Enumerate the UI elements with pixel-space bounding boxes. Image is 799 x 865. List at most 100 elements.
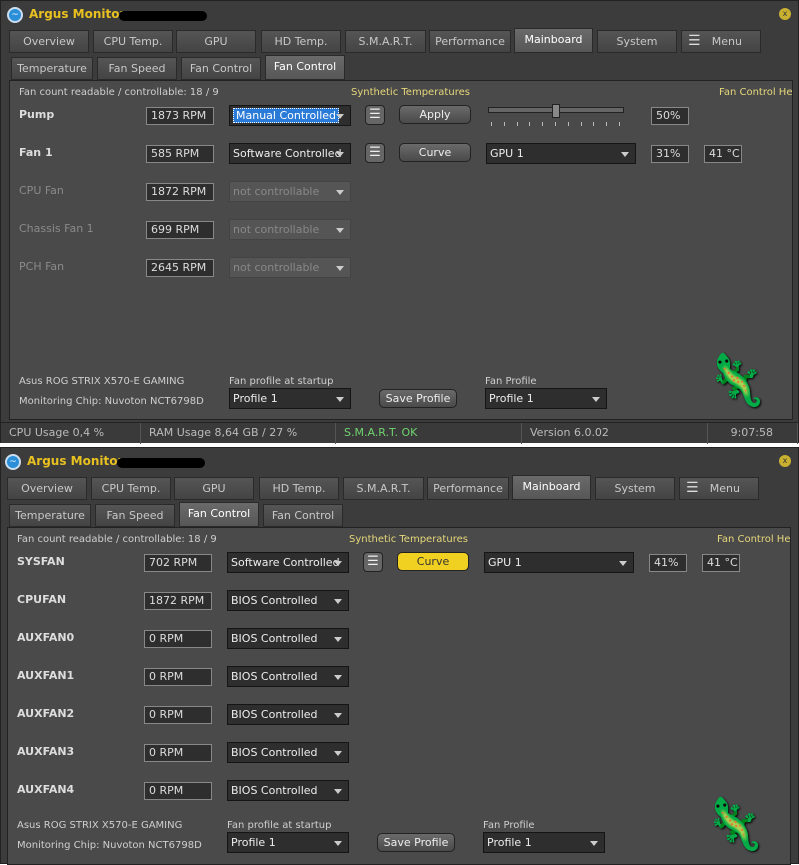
subtab-fan-speed[interactable]: Fan Speed — [97, 57, 177, 80]
fan-mode-value: BIOS Controlled — [231, 632, 318, 645]
fan-profile-dropdown[interactable]: Profile 1 — [483, 832, 605, 853]
fan-control-panel: Fan count readable / controllable: 18 / … — [7, 527, 791, 865]
fan-settings-icon[interactable]: ☰ — [365, 105, 385, 125]
startup-profile-label: Fan profile at startup — [229, 376, 334, 387]
fan-mode-value: not controllable — [233, 185, 320, 198]
slider-tick — [606, 122, 608, 126]
fan-curve-button[interactable]: Curve — [397, 552, 469, 571]
close-icon[interactable]: x — [779, 8, 791, 20]
tab-label: Menu — [711, 35, 742, 48]
fan-mode-dropdown[interactable]: BIOS Controlled — [227, 590, 349, 611]
chevron-down-icon — [334, 841, 342, 846]
fan-rpm-readout: 2645 RPM — [146, 259, 214, 277]
synthetic-temperatures-link[interactable]: Synthetic Temperatures — [349, 534, 468, 545]
tab-hd-temp-[interactable]: HD Temp. — [259, 477, 339, 500]
subtab-fan-control[interactable]: Fan Control — [181, 57, 261, 80]
fan-mode-dropdown[interactable]: Software Controlled — [229, 143, 351, 164]
fan-name: SYSFAN — [17, 555, 65, 568]
chevron-down-icon — [336, 228, 344, 233]
synthetic-temperatures-link[interactable]: Synthetic Temperatures — [351, 87, 470, 98]
fan-name: Pump — [19, 108, 55, 121]
subtab-fan-control[interactable]: Fan Control — [179, 502, 259, 527]
tab-overview[interactable]: Overview — [7, 477, 87, 500]
app-window: ~ Argus Monitor - x Overview CPU Temp. GPU HD … — [0, 0, 799, 444]
chevron-down-icon — [334, 561, 342, 566]
tab-s-m-a-r-t-[interactable]: S.M.A.R.T. — [345, 30, 426, 53]
subtab-fan-control[interactable]: Fan Control — [263, 504, 343, 527]
save-profile-button[interactable]: Save Profile — [377, 833, 455, 852]
tab-label: Mainboard — [522, 480, 581, 493]
chevron-down-icon — [334, 789, 342, 794]
tab-mainboard[interactable]: Mainboard — [512, 475, 591, 500]
subtab-temperature[interactable]: Temperature — [9, 504, 91, 527]
menu-icon: ☰ — [688, 33, 701, 49]
chevron-down-icon — [590, 841, 598, 846]
manual-speed-slider[interactable] — [488, 104, 624, 131]
tab-label: HD Temp. — [274, 35, 328, 48]
tab-system[interactable]: System — [595, 477, 675, 500]
tab-gpu[interactable]: GPU — [176, 30, 256, 53]
tab-performance[interactable]: Performance — [429, 30, 511, 53]
fan-profile-label: Fan Profile — [483, 820, 535, 831]
slider-tick — [491, 122, 492, 126]
tab-menu[interactable]: ☰ Menu — [681, 30, 761, 53]
tab-mainboard[interactable]: Mainboard — [514, 28, 593, 53]
chevron-down-icon — [336, 397, 344, 402]
tab-label: Menu — [709, 482, 740, 495]
fan-mode-dropdown: not controllable — [229, 181, 351, 202]
fan-mode-dropdown[interactable]: BIOS Controlled — [227, 704, 349, 725]
fan-rpm-readout: 0 RPM — [144, 668, 212, 686]
startup-profile-dropdown[interactable]: Profile 1 — [229, 388, 351, 409]
fan-mode-dropdown[interactable]: BIOS Controlled — [227, 780, 349, 801]
close-icon[interactable]: x — [779, 455, 791, 467]
subtab-fan-speed[interactable]: Fan Speed — [95, 504, 175, 527]
temp-source-dropdown[interactable]: GPU 1 — [486, 143, 636, 164]
tab-overview[interactable]: Overview — [9, 30, 89, 53]
status-bar: CPU Usage 0,4 % RAM Usage 8,64 GB / 27 % S… — [1, 422, 798, 444]
gecko-logo-icon: 🦎 — [703, 795, 766, 853]
subtab-fan-control[interactable]: Fan Control — [265, 55, 345, 80]
tab-menu[interactable]: ☰ Menu — [679, 477, 759, 500]
slider-tick — [593, 122, 595, 126]
tab-label: Performance — [435, 35, 505, 48]
fan-apply-button[interactable]: Apply — [399, 105, 471, 124]
fan-rpm-readout: 0 RPM — [144, 744, 212, 762]
fan-mode-value: not controllable — [233, 223, 320, 236]
save-profile-button[interactable]: Save Profile — [379, 389, 457, 408]
tab-cpu-temp-[interactable]: CPU Temp. — [93, 30, 173, 53]
fan-curve-button[interactable]: Curve — [399, 143, 471, 162]
subtab-temperature[interactable]: Temperature — [11, 57, 93, 80]
slider-thumb[interactable] — [552, 104, 560, 118]
tab-label: S.M.A.R.T. — [356, 482, 411, 495]
tab-s-m-a-r-t-[interactable]: S.M.A.R.T. — [343, 477, 424, 500]
fan-name: AUXFAN3 — [17, 745, 75, 758]
fan-settings-icon[interactable]: ☰ — [363, 552, 383, 572]
tab-system[interactable]: System — [597, 30, 677, 53]
app-logo-icon: ~ — [7, 7, 23, 23]
slider-tick — [503, 122, 505, 126]
fan-rpm-readout: 585 RPM — [146, 145, 214, 163]
fan-control-help-link[interactable]: Fan Control Help — [717, 534, 791, 545]
tab-hd-temp-[interactable]: HD Temp. — [261, 30, 341, 53]
gecko-logo-icon: 🦎 — [705, 351, 768, 409]
fan-mode-dropdown: not controllable — [229, 219, 351, 240]
fan-settings-icon[interactable]: ☰ — [365, 143, 385, 163]
board-name: Asus ROG STRIX X570-E GAMING — [19, 376, 185, 387]
fan-profile-dropdown[interactable]: Profile 1 — [485, 388, 607, 409]
tab-performance[interactable]: Performance — [427, 477, 509, 500]
startup-profile-dropdown[interactable]: Profile 1 — [227, 832, 349, 853]
startup-profile-value: Profile 1 — [233, 392, 278, 405]
fan-mode-dropdown[interactable]: Manual Controlled — [229, 105, 351, 126]
fan-mode-dropdown[interactable]: BIOS Controlled — [227, 666, 349, 687]
tab-label: HD Temp. — [272, 482, 326, 495]
tab-cpu-temp-[interactable]: CPU Temp. — [91, 477, 171, 500]
fan-mode-dropdown[interactable]: Software Controlled — [227, 552, 349, 573]
fan-mode-value: BIOS Controlled — [231, 784, 318, 797]
temp-source-dropdown[interactable]: GPU 1 — [484, 552, 634, 573]
fan-control-help-link[interactable]: Fan Control Help — [719, 87, 793, 98]
tab-gpu[interactable]: GPU — [174, 477, 254, 500]
fan-profile-value: Profile 1 — [487, 836, 532, 849]
fan-name: CPUFAN — [17, 593, 67, 606]
fan-mode-dropdown[interactable]: BIOS Controlled — [227, 628, 349, 649]
fan-mode-dropdown[interactable]: BIOS Controlled — [227, 742, 349, 763]
